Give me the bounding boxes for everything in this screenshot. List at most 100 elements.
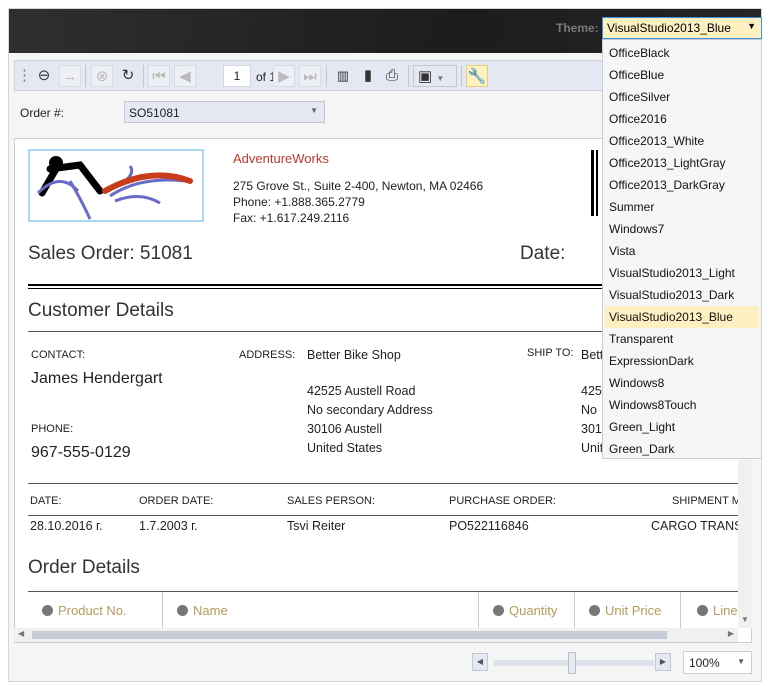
details-header: ORDER DATE: bbox=[139, 495, 214, 507]
details-value: Tsvi Reiter bbox=[287, 519, 346, 533]
sort-icon bbox=[589, 605, 600, 616]
theme-label: Theme: bbox=[556, 21, 599, 35]
sort-icon bbox=[42, 605, 53, 616]
column-header-unit-price[interactable]: Unit Price bbox=[574, 592, 680, 629]
theme-option[interactable]: Vista bbox=[605, 240, 759, 262]
theme-option[interactable]: VisualStudio2013_Blue bbox=[605, 306, 759, 328]
zoom-value: 100% bbox=[689, 656, 720, 670]
details-header: PURCHASE ORDER: bbox=[449, 495, 556, 507]
theme-option[interactable]: Office2013_White bbox=[605, 130, 759, 152]
theme-value: VisualStudio2013_Blue bbox=[607, 21, 731, 35]
theme-dropdown-list: OfficeBlack OfficeBlue OfficeSilver Office2… bbox=[602, 39, 762, 459]
ship-to-line: 425 bbox=[581, 384, 602, 398]
wrench-icon[interactable]: 🔧 bbox=[466, 65, 488, 87]
details-value: 28.10.2016 г. bbox=[30, 519, 103, 533]
theme-option[interactable]: ExpressionDark bbox=[605, 350, 759, 372]
theme-option[interactable]: Windows8 bbox=[605, 372, 759, 394]
theme-option[interactable]: Windows8Touch bbox=[605, 394, 759, 416]
column-header-quantity[interactable]: Quantity bbox=[478, 592, 574, 629]
print-layout-icon[interactable]: ▥ bbox=[332, 65, 354, 87]
company-logo bbox=[28, 149, 204, 222]
date-label: Date: bbox=[520, 243, 566, 264]
order-details-heading: Order Details bbox=[28, 557, 140, 578]
column-label: Unit Price bbox=[605, 603, 662, 618]
scroll-left-icon[interactable]: ◀ bbox=[18, 629, 24, 638]
theme-option[interactable]: Office2013_LightGray bbox=[605, 152, 759, 174]
page-number-input[interactable]: 1 bbox=[223, 65, 251, 87]
scroll-right-icon[interactable]: ▶ bbox=[728, 629, 734, 638]
details-value: PO522116846 bbox=[449, 519, 529, 533]
details-header: SALES PERSON: bbox=[287, 495, 376, 507]
ship-to-line: No bbox=[581, 403, 597, 417]
stop-icon[interactable]: ⊗ bbox=[91, 65, 113, 87]
theme-option[interactable]: Green_Light bbox=[605, 416, 759, 438]
back-icon[interactable]: ⊖ bbox=[33, 65, 55, 87]
last-page-icon[interactable]: ⏭ bbox=[299, 65, 321, 87]
theme-option[interactable]: Transparent bbox=[605, 328, 759, 350]
address-line: 42525 Austell Road bbox=[307, 384, 416, 398]
theme-option[interactable]: OfficeBlack bbox=[605, 42, 759, 64]
contact-label: CONTACT: bbox=[31, 349, 86, 361]
details-header: DATE: bbox=[30, 495, 62, 507]
theme-option[interactable]: VisualStudio2013_Light bbox=[605, 262, 759, 284]
company-name: AdventureWorks bbox=[233, 151, 329, 166]
details-header: SHIPMENT M bbox=[672, 495, 741, 507]
column-header-product-no[interactable]: Product No. bbox=[28, 592, 176, 629]
column-header-name[interactable]: Name bbox=[162, 592, 478, 629]
ship-to-line: Bett bbox=[581, 348, 604, 362]
sort-icon bbox=[697, 605, 708, 616]
zoom-in-button[interactable]: ▶ bbox=[655, 653, 671, 671]
zoom-combobox[interactable]: 100% ▼ bbox=[683, 651, 752, 674]
zoom-slider-thumb[interactable] bbox=[568, 652, 576, 674]
column-label: Name bbox=[193, 603, 228, 618]
theme-option[interactable]: Office2013_DarkGray bbox=[605, 174, 759, 196]
order-label: Order #: bbox=[20, 106, 65, 120]
grip-icon[interactable]: ⋮ bbox=[17, 65, 32, 87]
theme-option[interactable]: OfficeBlue bbox=[605, 64, 759, 86]
theme-combobox[interactable]: VisualStudio2013_Blue ▼ bbox=[602, 17, 762, 39]
address-line: No secondary Address bbox=[307, 403, 433, 417]
order-value: SO51081 bbox=[129, 106, 180, 120]
chevron-down-icon: ▼ bbox=[747, 21, 756, 31]
column-label: Line bbox=[713, 603, 738, 618]
zoom-out-button[interactable]: ◀ bbox=[472, 653, 488, 671]
chevron-down-icon: ▼ bbox=[310, 106, 318, 115]
company-phone: Phone: +1.888.365.2779 bbox=[233, 195, 365, 209]
company-fax: Fax: +1.617.249.2116 bbox=[233, 211, 350, 225]
first-page-icon[interactable]: ⏮ bbox=[148, 65, 170, 87]
chevron-down-icon: ▼ bbox=[737, 657, 745, 666]
order-table-header: Product No. Name Quantity Unit Price Lin… bbox=[28, 592, 738, 632]
barcode bbox=[591, 150, 598, 216]
theme-option[interactable]: Green_Dark bbox=[605, 438, 759, 460]
theme-option[interactable]: Windows7 bbox=[605, 218, 759, 240]
sort-icon bbox=[493, 605, 504, 616]
refresh-icon[interactable]: ↻ bbox=[117, 65, 139, 87]
column-label: Product No. bbox=[58, 603, 127, 618]
theme-option[interactable]: Office2016 bbox=[605, 108, 759, 130]
details-value: 1.7.2003 г. bbox=[139, 519, 198, 533]
theme-option[interactable]: Summer bbox=[605, 196, 759, 218]
theme-option[interactable]: OfficeSilver bbox=[605, 86, 759, 108]
company-address: 275 Grove St., Suite 2-400, Newton, MA 0… bbox=[233, 179, 484, 193]
address-line: United States bbox=[307, 441, 383, 455]
address-label: ADDRESS: bbox=[239, 349, 296, 361]
export-icon[interactable]: ▣ ▼ bbox=[413, 65, 457, 87]
phone-value: 967-555-0129 bbox=[31, 444, 131, 461]
order-combobox[interactable]: SO51081 ▼ bbox=[124, 101, 325, 123]
horizontal-scroll-thumb[interactable] bbox=[32, 631, 667, 639]
print-icon[interactable]: ⎙ bbox=[381, 65, 403, 87]
next-page-icon[interactable]: ▶ bbox=[273, 65, 295, 87]
phone-label: PHONE: bbox=[31, 423, 74, 435]
ship-to-line: 301 bbox=[581, 422, 602, 436]
details-value: CARGO TRANS bbox=[651, 519, 743, 533]
sort-icon bbox=[177, 605, 188, 616]
page-setup-icon[interactable]: ▮ bbox=[357, 65, 379, 87]
sales-order-title: Sales Order: 51081 bbox=[28, 243, 193, 264]
customer-details-heading: Customer Details bbox=[28, 300, 174, 321]
ship-to-label: SHIP TO: bbox=[527, 347, 574, 359]
previous-page-icon[interactable]: ◀ bbox=[174, 65, 196, 87]
column-label: Quantity bbox=[509, 603, 558, 618]
scroll-down-icon[interactable]: ▼ bbox=[741, 615, 749, 624]
theme-option[interactable]: VisualStudio2013_Dark bbox=[605, 284, 759, 306]
forward-icon[interactable]: → bbox=[59, 65, 81, 87]
